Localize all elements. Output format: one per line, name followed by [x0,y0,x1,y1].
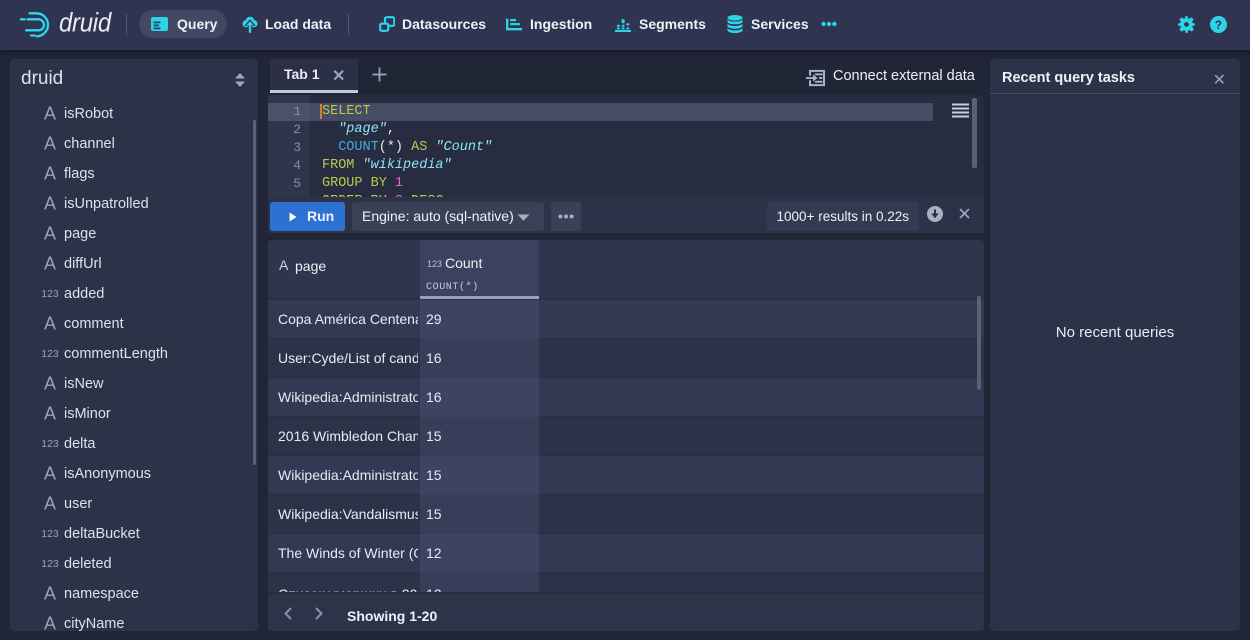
svg-text:?: ? [1215,19,1222,32]
